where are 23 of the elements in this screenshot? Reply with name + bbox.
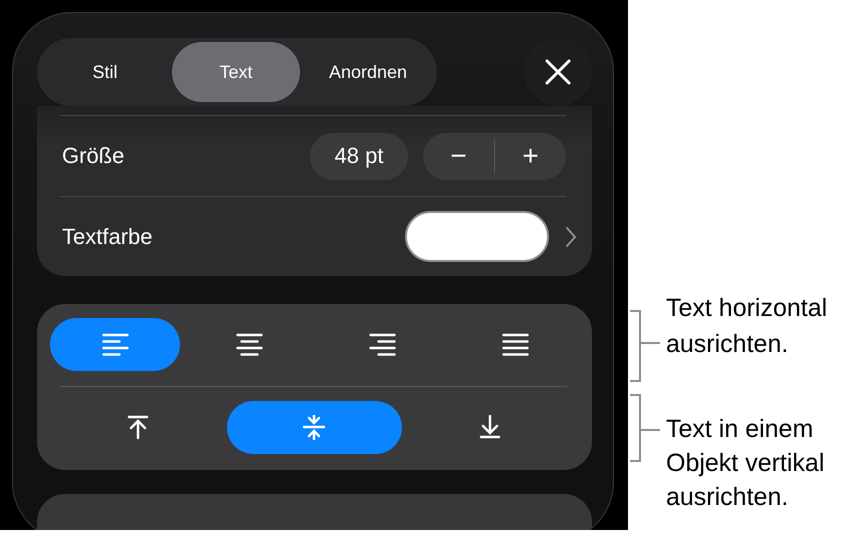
align-justify-icon: [502, 332, 529, 356]
tab[interactable]: Stil: [38, 42, 172, 102]
decrease-button[interactable]: −: [423, 132, 494, 180]
increase-button[interactable]: +: [495, 132, 566, 180]
align-middle-icon: [302, 415, 326, 440]
size-value[interactable]: 48 pt: [310, 132, 408, 180]
align-center-icon: [236, 332, 263, 356]
text-color-label: Textfarbe: [62, 224, 152, 250]
size-label: Größe: [62, 143, 124, 169]
align-left-icon: [102, 332, 128, 356]
callout-text: Text horizontal ausrichten.: [666, 293, 828, 360]
align-right-icon: [369, 332, 396, 356]
align-top-icon: [126, 415, 150, 440]
color-swatch[interactable]: [405, 211, 549, 262]
callout-text: Text in einem Objekt vertikal ausrichten.: [666, 414, 826, 513]
bracket-line: [630, 394, 660, 462]
bracket-line: [630, 310, 660, 382]
align-bottom-icon: [478, 415, 502, 440]
tab[interactable]: Anordnen: [300, 42, 436, 102]
close-icon: [545, 59, 571, 85]
alignment-button[interactable]: [50, 318, 180, 371]
tab[interactable]: Text: [172, 42, 300, 102]
chevron-right-icon[interactable]: [566, 226, 576, 246]
